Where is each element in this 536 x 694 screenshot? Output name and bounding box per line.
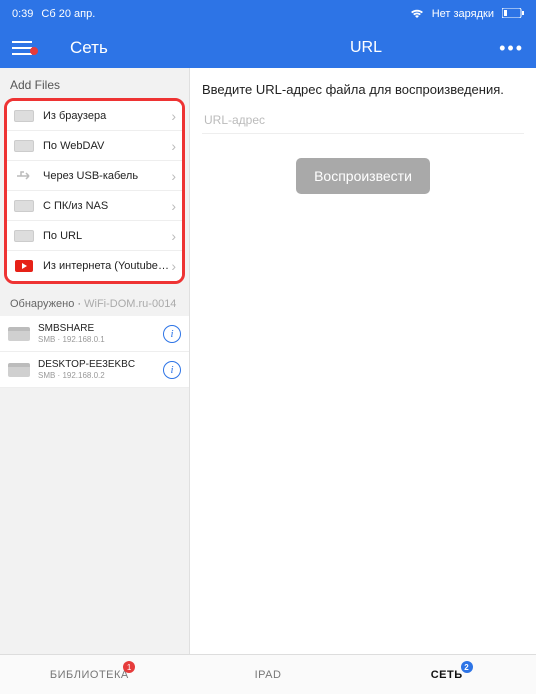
usb-icon <box>13 168 35 184</box>
info-icon[interactable]: i <box>163 361 181 379</box>
tab-label: IPAD <box>255 669 282 681</box>
status-bar: 0:39 Сб 20 апр. Нет зарядки <box>0 0 536 28</box>
nav-bar: Сеть URL ••• <box>0 28 536 68</box>
status-time: 0:39 <box>12 8 33 20</box>
info-icon[interactable]: i <box>163 325 181 343</box>
discovered-name: SMBSHARE <box>38 323 163 335</box>
tab-library[interactable]: БИБЛИОТЕКА 1 <box>0 655 179 694</box>
drive-icon <box>8 327 30 341</box>
chevron-right-icon: › <box>171 108 176 124</box>
app-window: 0:39 Сб 20 апр. Нет зарядки Сеть URL •••… <box>0 0 536 694</box>
youtube-icon <box>13 258 35 274</box>
tab-badge: 2 <box>461 661 473 673</box>
status-date: Сб 20 апр. <box>41 8 95 20</box>
add-pc-nas[interactable]: С ПК/из NAS › <box>7 191 182 221</box>
status-charge: Нет зарядки <box>432 8 494 20</box>
tab-bar: БИБЛИОТЕКА 1 IPAD СЕТЬ 2 <box>0 654 536 694</box>
more-button[interactable]: ••• <box>499 38 524 59</box>
tab-badge: 1 <box>123 661 135 673</box>
chevron-right-icon: › <box>171 138 176 154</box>
instruction-text: Введите URL-адрес файла для воспроизведе… <box>202 82 524 97</box>
discovered-item-smbshare[interactable]: SMBSHARE SMB · 192.168.0.1 i <box>0 316 189 352</box>
webdav-icon <box>13 138 35 154</box>
tab-ipad[interactable]: IPAD <box>179 655 358 694</box>
discovered-header: Обнаружено · WiFi-DOM.ru-0014 <box>0 284 189 316</box>
list-item-label: Через USB-кабель <box>43 170 171 182</box>
chevron-right-icon: › <box>171 258 176 274</box>
add-from-browser[interactable]: Из браузера › <box>7 101 182 131</box>
discovered-sub: SMB · 192.168.0.1 <box>38 335 163 345</box>
add-files-list: Из браузера › По WebDAV › Через USB-кабе… <box>4 98 185 284</box>
tab-label: БИБЛИОТЕКА <box>50 669 129 681</box>
list-item-label: По URL <box>43 230 171 242</box>
main-content: Введите URL-адрес файла для воспроизведе… <box>190 68 536 654</box>
discovered-name: DESKTOP-EE3EKBC <box>38 359 163 371</box>
add-url[interactable]: По URL › <box>7 221 182 251</box>
add-files-header: Add Files <box>0 68 189 98</box>
nas-icon <box>13 198 35 214</box>
chevron-right-icon: › <box>171 198 176 214</box>
drive-icon <box>8 363 30 377</box>
tab-network[interactable]: СЕТЬ 2 <box>357 655 536 694</box>
wifi-icon <box>410 9 424 19</box>
add-webdav[interactable]: По WebDAV › <box>7 131 182 161</box>
url-icon <box>13 228 35 244</box>
discovered-label: Обнаружено <box>10 298 74 310</box>
discovered-item-desktop[interactable]: DESKTOP-EE3EKBC SMB · 192.168.0.2 i <box>0 352 189 388</box>
battery-icon <box>502 8 524 21</box>
add-internet[interactable]: Из интернета (Youtube, Vi... › <box>7 251 182 281</box>
chevron-right-icon: › <box>171 228 176 244</box>
menu-badge <box>30 47 38 55</box>
play-button[interactable]: Воспроизвести <box>296 158 430 194</box>
add-usb[interactable]: Через USB-кабель › <box>7 161 182 191</box>
discovered-sub: SMB · 192.168.0.2 <box>38 371 163 381</box>
discovered-network: WiFi-DOM.ru-0014 <box>84 298 176 310</box>
page-title: URL <box>350 39 382 57</box>
chevron-right-icon: › <box>171 168 176 184</box>
list-item-label: Из браузера <box>43 110 171 122</box>
tab-label: СЕТЬ <box>431 669 463 681</box>
list-item-label: С ПК/из NAS <box>43 200 171 212</box>
sidebar-title: Сеть <box>70 38 108 58</box>
browser-icon <box>13 108 35 124</box>
list-item-label: По WebDAV <box>43 140 171 152</box>
url-input[interactable] <box>202 107 524 134</box>
menu-button[interactable] <box>0 41 44 55</box>
sidebar: Add Files Из браузера › По WebDAV › Чере… <box>0 68 190 654</box>
list-item-label: Из интернета (Youtube, Vi... <box>43 260 171 272</box>
